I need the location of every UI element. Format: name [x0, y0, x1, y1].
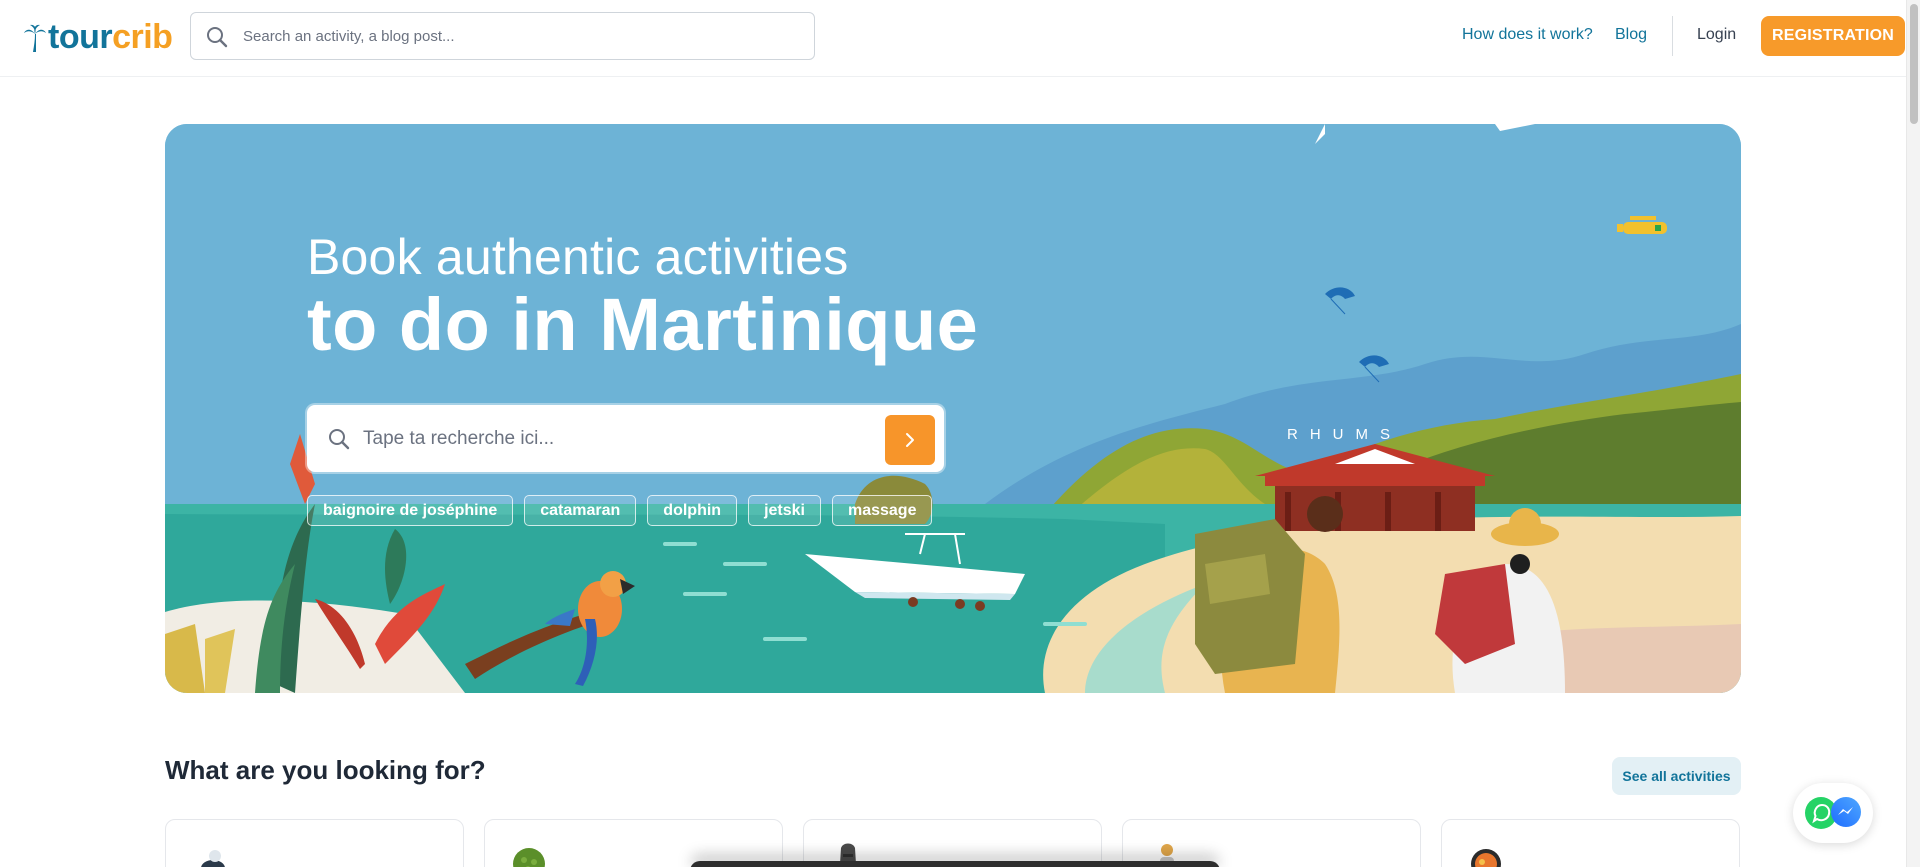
category-card[interactable] — [1122, 819, 1421, 867]
food-bowl-icon — [1471, 849, 1501, 867]
see-all-activities-button[interactable]: See all activities — [1612, 757, 1741, 795]
hero-title-line2: to do in Martinique — [307, 283, 979, 366]
scrollbar-thumb[interactable] — [1910, 4, 1918, 124]
hero-title-line1: Book authentic activities — [307, 229, 849, 285]
chevron-right-icon — [906, 433, 914, 447]
hero-search-input[interactable] — [363, 427, 843, 450]
logo-text-crib: crib — [112, 18, 173, 56]
logo-text-tour: tour — [48, 18, 113, 56]
hero-search-submit-button[interactable] — [885, 415, 935, 465]
hero-banner: RHUMS Book authentic activities to do in… — [165, 124, 1741, 693]
rhums-sign: RHUMS — [1287, 426, 1402, 443]
diver-icon — [201, 850, 225, 867]
search-icon — [207, 27, 228, 48]
category-card[interactable] — [165, 819, 464, 867]
nav-how-it-works[interactable]: How does it work? — [1462, 26, 1593, 44]
category-card[interactable] — [484, 819, 783, 867]
nav-login[interactable]: Login — [1697, 26, 1736, 44]
popular-tags: baignoire de joséphine catamaran dolphin… — [307, 495, 933, 526]
bottom-overlay-bar — [690, 861, 1220, 867]
site-header: tourcrib How does it work? Blog Login RE… — [0, 0, 1906, 77]
section-title: What are you looking for? — [165, 755, 486, 785]
tag-chip[interactable]: dolphin — [647, 495, 738, 526]
tag-chip[interactable]: catamaran — [524, 495, 637, 526]
tourcrib-logo[interactable]: tour crib — [24, 18, 173, 57]
header-search-input[interactable] — [243, 27, 814, 45]
messenger-icon[interactable] — [1829, 795, 1863, 829]
page-scrollbar[interactable] — [1906, 0, 1920, 867]
tag-chip[interactable]: baignoire de joséphine — [307, 495, 514, 526]
category-card[interactable] — [803, 819, 1102, 867]
search-icon — [329, 429, 350, 450]
category-card[interactable] — [1441, 819, 1740, 867]
breadfruit-icon — [513, 848, 545, 867]
registration-button[interactable]: REGISTRATION — [1761, 16, 1905, 56]
tag-chip[interactable]: massage — [831, 495, 933, 526]
nav-blog[interactable]: Blog — [1615, 26, 1647, 44]
nav-divider — [1672, 16, 1673, 56]
chat-widget[interactable] — [1793, 783, 1873, 843]
hero-search-box[interactable] — [307, 405, 944, 472]
header-search-box[interactable] — [190, 12, 815, 60]
palm-tree-icon — [24, 24, 46, 52]
tag-chip[interactable]: jetski — [748, 495, 821, 526]
category-cards — [165, 819, 1740, 867]
